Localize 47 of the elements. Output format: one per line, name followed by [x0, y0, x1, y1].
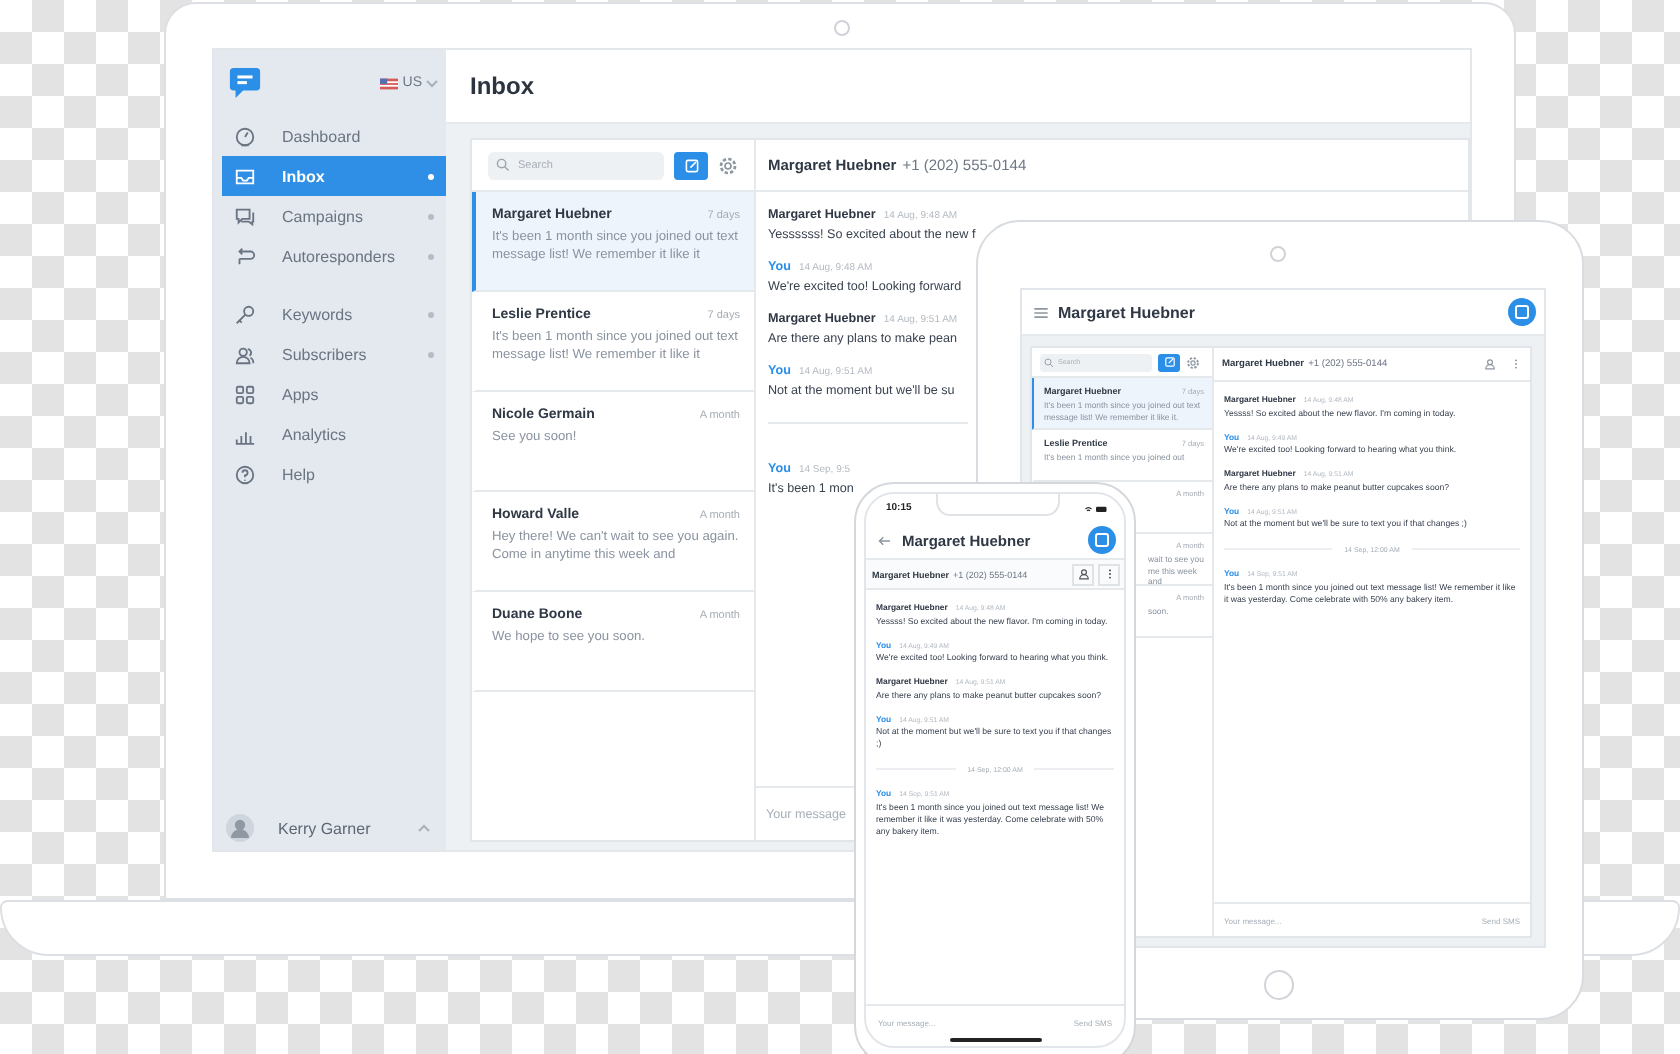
gauge-icon — [234, 125, 256, 147]
expand-dot-icon — [428, 213, 434, 219]
settings-icon[interactable] — [1186, 355, 1200, 369]
header-title: Margaret Huebner — [1058, 303, 1197, 321]
nav-item[interactable]: Autoresponders — [222, 236, 446, 276]
nav-item[interactable]: Analytics — [222, 414, 446, 454]
nav-item[interactable]: Help — [222, 454, 446, 494]
caret-down-icon[interactable] — [426, 79, 438, 87]
nav-item[interactable]: Keywords — [222, 294, 446, 334]
caret-up-icon — [418, 824, 430, 832]
home-indicator — [950, 1038, 1042, 1042]
flag-icon — [380, 77, 399, 89]
expand-dot-icon — [428, 351, 434, 357]
compose-button[interactable] — [1158, 353, 1180, 371]
nav-item[interactable]: Apps — [222, 374, 446, 414]
menu-icon[interactable] — [1034, 307, 1048, 317]
expand-dot-icon — [428, 311, 434, 317]
chat-bubble-logo-icon — [228, 66, 262, 100]
person-icon — [1077, 568, 1089, 580]
camera-dot — [1270, 246, 1286, 262]
key-icon — [234, 303, 256, 325]
camera-dot — [834, 20, 850, 36]
expand-dot-icon — [428, 253, 434, 259]
nav-item[interactable]: Dashboard — [222, 116, 446, 156]
pencil-icon — [1163, 356, 1175, 368]
nav-item[interactable]: Subscribers — [222, 334, 446, 374]
inbox-icon — [234, 165, 256, 187]
search-icon — [496, 158, 510, 172]
nav-item[interactable]: Campaigns — [222, 196, 446, 236]
search-icon — [1044, 357, 1054, 367]
back-arrow-icon[interactable] — [878, 535, 890, 545]
settings-icon[interactable] — [718, 155, 738, 175]
home-button[interactable] — [1264, 970, 1294, 1000]
compose-button[interactable] — [674, 151, 708, 179]
wifi-battery-icon — [1083, 503, 1108, 513]
person-icon[interactable] — [1484, 358, 1496, 370]
grid-icon — [234, 383, 256, 405]
loop-arrow-icon — [234, 245, 256, 267]
help-icon — [234, 463, 256, 485]
pencil-icon — [683, 157, 699, 173]
people-icon — [234, 343, 256, 365]
avatar-icon — [226, 814, 254, 842]
page-title: Inbox — [470, 72, 534, 100]
contact-button[interactable] — [1072, 563, 1094, 585]
nav-item[interactable]: Inbox — [222, 156, 446, 196]
user-menu[interactable]: Kerry Garner — [214, 806, 446, 850]
expand-dot-icon — [428, 173, 434, 179]
